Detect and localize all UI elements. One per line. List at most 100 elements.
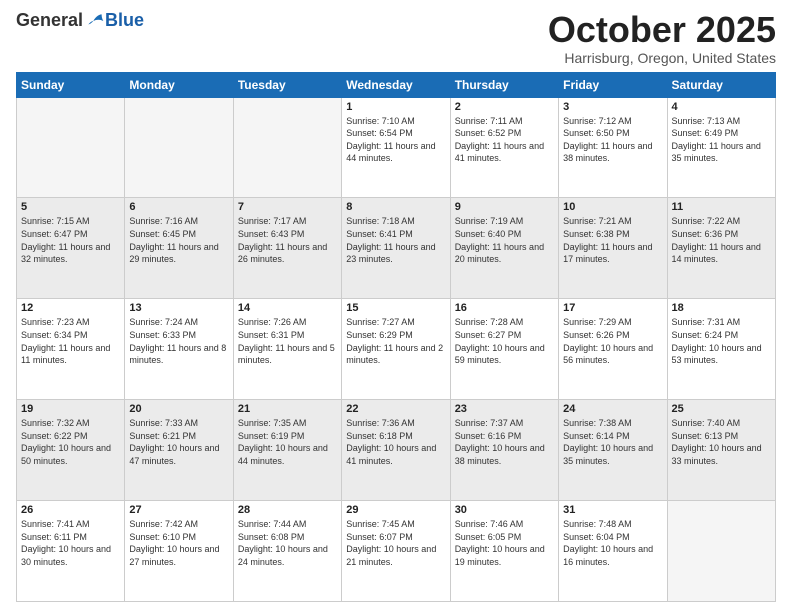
day-number: 19 (21, 403, 120, 415)
day-number: 10 (563, 201, 662, 213)
col-saturday: Saturday (667, 72, 775, 97)
day-info: Sunrise: 7:31 AM Sunset: 6:24 PM Dayligh… (672, 316, 771, 366)
week-row-5: 26 Sunrise: 7:41 AM Sunset: 6:11 PM Dayli… (17, 501, 776, 602)
day-info: Sunrise: 7:36 AM Sunset: 6:18 PM Dayligh… (346, 417, 445, 467)
day-number: 29 (346, 504, 445, 516)
day-number: 6 (129, 201, 228, 213)
day-number: 11 (672, 201, 771, 213)
col-friday: Friday (559, 72, 667, 97)
day-cell (17, 97, 125, 198)
day-number: 23 (455, 403, 554, 415)
day-info: Sunrise: 7:29 AM Sunset: 6:26 PM Dayligh… (563, 316, 662, 366)
day-number: 26 (21, 504, 120, 516)
logo-general-text: General (16, 10, 83, 31)
day-cell: 19 Sunrise: 7:32 AM Sunset: 6:22 PM Dayli… (17, 400, 125, 501)
day-info: Sunrise: 7:44 AM Sunset: 6:08 PM Dayligh… (238, 518, 337, 568)
day-cell (233, 97, 341, 198)
day-number: 14 (238, 302, 337, 314)
day-info: Sunrise: 7:38 AM Sunset: 6:14 PM Dayligh… (563, 417, 662, 467)
logo-bird-icon (85, 11, 105, 31)
day-number: 22 (346, 403, 445, 415)
day-cell: 30 Sunrise: 7:46 AM Sunset: 6:05 PM Dayli… (450, 501, 558, 602)
day-info: Sunrise: 7:13 AM Sunset: 6:49 PM Dayligh… (672, 115, 771, 165)
day-info: Sunrise: 7:41 AM Sunset: 6:11 PM Dayligh… (21, 518, 120, 568)
col-sunday: Sunday (17, 72, 125, 97)
day-info: Sunrise: 7:32 AM Sunset: 6:22 PM Dayligh… (21, 417, 120, 467)
day-number: 2 (455, 101, 554, 113)
day-cell: 7 Sunrise: 7:17 AM Sunset: 6:43 PM Daylig… (233, 198, 341, 299)
col-tuesday: Tuesday (233, 72, 341, 97)
day-cell: 20 Sunrise: 7:33 AM Sunset: 6:21 PM Dayli… (125, 400, 233, 501)
day-number: 25 (672, 403, 771, 415)
day-cell: 16 Sunrise: 7:28 AM Sunset: 6:27 PM Dayli… (450, 299, 558, 400)
day-number: 9 (455, 201, 554, 213)
day-cell: 14 Sunrise: 7:26 AM Sunset: 6:31 PM Dayli… (233, 299, 341, 400)
week-row-3: 12 Sunrise: 7:23 AM Sunset: 6:34 PM Dayli… (17, 299, 776, 400)
day-cell: 29Sunrise: 7:45 AM Sunset: 6:07 PM Dayli… (342, 501, 450, 602)
day-number: 12 (21, 302, 120, 314)
day-info: Sunrise: 7:18 AM Sunset: 6:41 PM Dayligh… (346, 215, 445, 265)
day-cell: 1Sunrise: 7:10 AM Sunset: 6:54 PM Daylig… (342, 97, 450, 198)
day-info: Sunrise: 7:11 AM Sunset: 6:52 PM Dayligh… (455, 115, 554, 165)
day-cell: 8 Sunrise: 7:18 AM Sunset: 6:41 PM Daylig… (342, 198, 450, 299)
day-cell: 28 Sunrise: 7:44 AM Sunset: 6:08 PM Dayli… (233, 501, 341, 602)
col-wednesday: Wednesday (342, 72, 450, 97)
day-number: 13 (129, 302, 228, 314)
day-number: 16 (455, 302, 554, 314)
logo-blue-text: Blue (105, 10, 144, 31)
day-info: Sunrise: 7:27 AM Sunset: 6:29 PM Dayligh… (346, 316, 445, 366)
day-info: Sunrise: 7:48 AM Sunset: 6:04 PM Dayligh… (563, 518, 662, 568)
day-info: Sunrise: 7:12 AM Sunset: 6:50 PM Dayligh… (563, 115, 662, 165)
day-cell: 4 Sunrise: 7:13 AM Sunset: 6:49 PM Daylig… (667, 97, 775, 198)
day-info: Sunrise: 7:17 AM Sunset: 6:43 PM Dayligh… (238, 215, 337, 265)
day-number: 28 (238, 504, 337, 516)
day-info: Sunrise: 7:19 AM Sunset: 6:40 PM Dayligh… (455, 215, 554, 265)
day-cell: 11 Sunrise: 7:22 AM Sunset: 6:36 PM Dayli… (667, 198, 775, 299)
day-number: 24 (563, 403, 662, 415)
header-row: Sunday Monday Tuesday Wednesday Thursday… (17, 72, 776, 97)
day-info: Sunrise: 7:22 AM Sunset: 6:36 PM Dayligh… (672, 215, 771, 265)
day-number: 15 (346, 302, 445, 314)
day-cell: 23 Sunrise: 7:37 AM Sunset: 6:16 PM Dayli… (450, 400, 558, 501)
day-info: Sunrise: 7:37 AM Sunset: 6:16 PM Dayligh… (455, 417, 554, 467)
day-number: 27 (129, 504, 228, 516)
day-info: Sunrise: 7:42 AM Sunset: 6:10 PM Dayligh… (129, 518, 228, 568)
day-number: 30 (455, 504, 554, 516)
day-number: 31 (563, 504, 662, 516)
day-cell: 21 Sunrise: 7:35 AM Sunset: 6:19 PM Dayli… (233, 400, 341, 501)
day-number: 3 (563, 101, 662, 113)
day-cell: 13 Sunrise: 7:24 AM Sunset: 6:33 PM Dayli… (125, 299, 233, 400)
day-info: Sunrise: 7:40 AM Sunset: 6:13 PM Dayligh… (672, 417, 771, 467)
day-info: Sunrise: 7:28 AM Sunset: 6:27 PM Dayligh… (455, 316, 554, 366)
day-info: Sunrise: 7:23 AM Sunset: 6:34 PM Dayligh… (21, 316, 120, 366)
location: Harrisburg, Oregon, United States (548, 50, 776, 66)
day-number: 1 (346, 101, 445, 113)
day-cell: 10 Sunrise: 7:21 AM Sunset: 6:38 PM Dayli… (559, 198, 667, 299)
day-info: Sunrise: 7:33 AM Sunset: 6:21 PM Dayligh… (129, 417, 228, 467)
day-info: Sunrise: 7:24 AM Sunset: 6:33 PM Dayligh… (129, 316, 228, 366)
day-info: Sunrise: 7:16 AM Sunset: 6:45 PM Dayligh… (129, 215, 228, 265)
day-info: Sunrise: 7:26 AM Sunset: 6:31 PM Dayligh… (238, 316, 337, 366)
week-row-4: 19 Sunrise: 7:32 AM Sunset: 6:22 PM Dayli… (17, 400, 776, 501)
day-cell: 15 Sunrise: 7:27 AM Sunset: 6:29 PM Dayli… (342, 299, 450, 400)
day-number: 7 (238, 201, 337, 213)
day-cell (125, 97, 233, 198)
header: General Blue October 2025 Harrisburg, Or… (16, 10, 776, 66)
day-cell: 17Sunrise: 7:29 AM Sunset: 6:26 PM Dayli… (559, 299, 667, 400)
day-info: Sunrise: 7:46 AM Sunset: 6:05 PM Dayligh… (455, 518, 554, 568)
col-thursday: Thursday (450, 72, 558, 97)
day-cell: 12 Sunrise: 7:23 AM Sunset: 6:34 PM Dayli… (17, 299, 125, 400)
day-info: Sunrise: 7:35 AM Sunset: 6:19 PM Dayligh… (238, 417, 337, 467)
day-number: 8 (346, 201, 445, 213)
day-number: 21 (238, 403, 337, 415)
day-number: 20 (129, 403, 228, 415)
col-monday: Monday (125, 72, 233, 97)
day-info: Sunrise: 7:21 AM Sunset: 6:38 PM Dayligh… (563, 215, 662, 265)
day-cell: 31 Sunrise: 7:48 AM Sunset: 6:04 PM Dayli… (559, 501, 667, 602)
day-cell: 9 Sunrise: 7:19 AM Sunset: 6:40 PM Daylig… (450, 198, 558, 299)
day-number: 4 (672, 101, 771, 113)
day-cell: 22 Sunrise: 7:36 AM Sunset: 6:18 PM Dayli… (342, 400, 450, 501)
day-cell: 6 Sunrise: 7:16 AM Sunset: 6:45 PM Daylig… (125, 198, 233, 299)
day-cell: 27 Sunrise: 7:42 AM Sunset: 6:10 PM Dayli… (125, 501, 233, 602)
day-cell: 26 Sunrise: 7:41 AM Sunset: 6:11 PM Dayli… (17, 501, 125, 602)
